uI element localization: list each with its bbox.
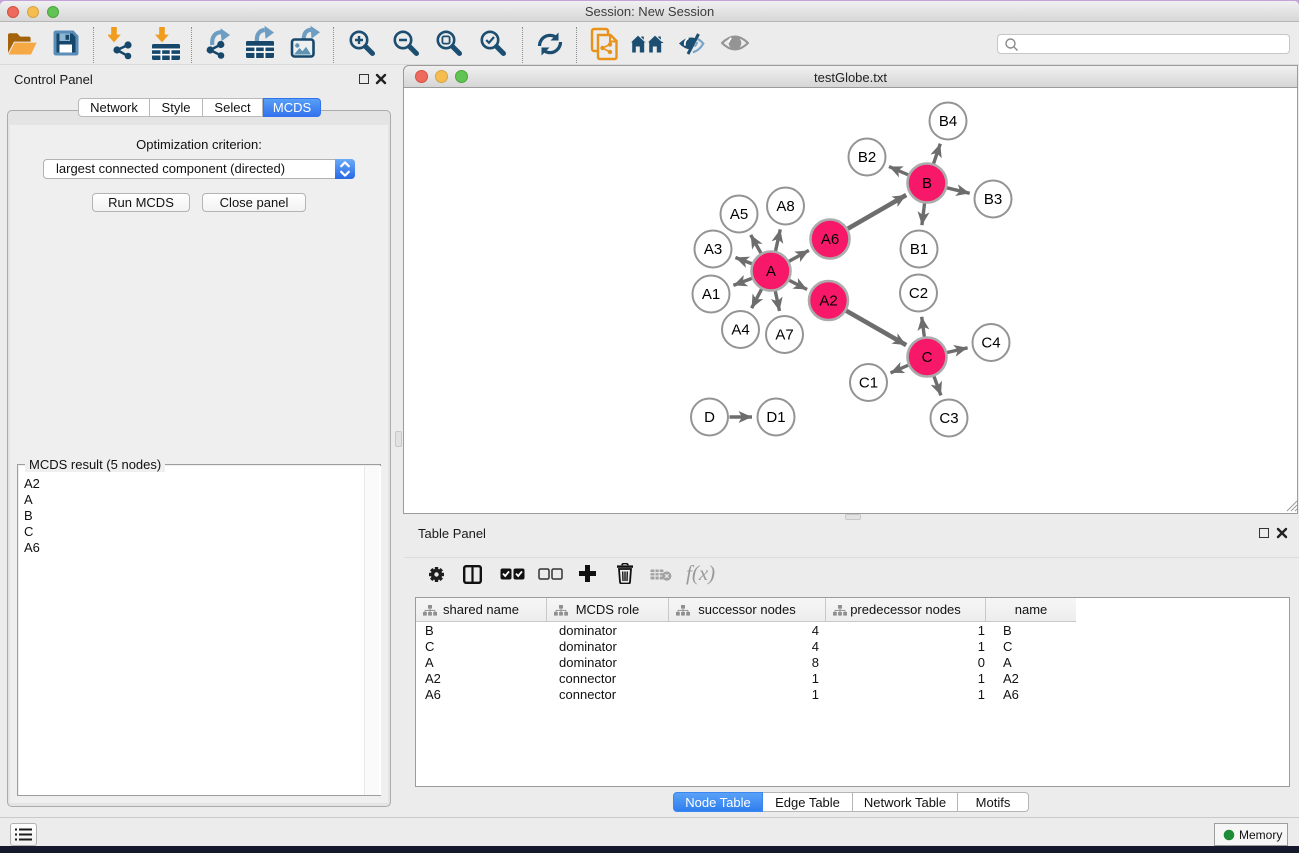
svg-text:C: C <box>922 349 933 366</box>
svg-text:C3: C3 <box>939 410 958 427</box>
svg-text:A4: A4 <box>731 322 749 339</box>
svg-text:A7: A7 <box>775 327 793 344</box>
svg-text:B4: B4 <box>939 113 957 130</box>
svg-text:A6: A6 <box>821 231 839 248</box>
svg-text:A: A <box>766 263 776 280</box>
svg-text:B: B <box>922 175 932 192</box>
svg-text:A3: A3 <box>704 241 722 258</box>
svg-text:C2: C2 <box>909 285 928 302</box>
svg-text:A1: A1 <box>702 286 720 303</box>
svg-text:C1: C1 <box>859 375 878 392</box>
svg-text:C4: C4 <box>981 335 1000 352</box>
svg-text:A2: A2 <box>819 293 837 310</box>
svg-text:B1: B1 <box>910 241 928 258</box>
svg-text:B2: B2 <box>858 149 876 166</box>
svg-text:B3: B3 <box>984 191 1002 208</box>
svg-text:A8: A8 <box>776 198 794 215</box>
svg-text:A5: A5 <box>730 206 748 223</box>
svg-text:D: D <box>704 409 715 426</box>
svg-text:D1: D1 <box>766 409 785 426</box>
